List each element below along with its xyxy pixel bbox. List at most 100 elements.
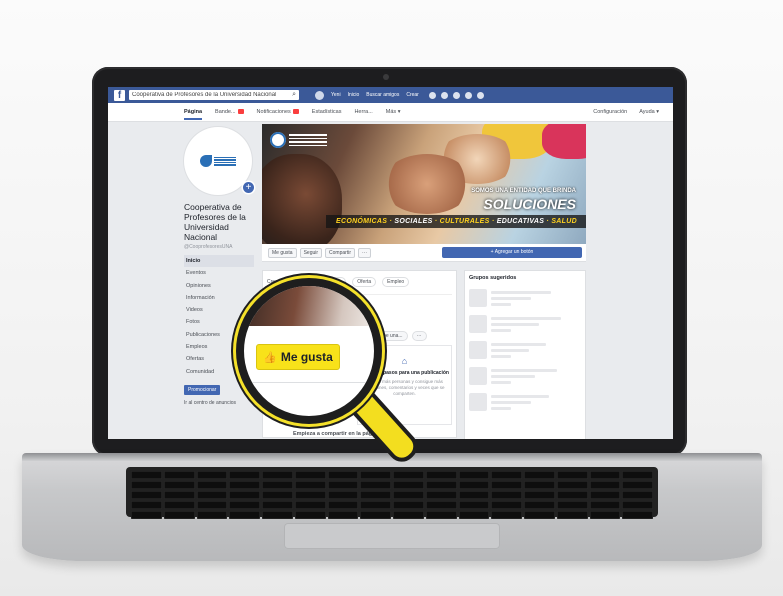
nav-create[interactable]: Crear	[406, 92, 419, 98]
keyboard-key	[622, 511, 653, 519]
tab-publishing-tools[interactable]: Herra...	[354, 109, 372, 115]
keyboard-key	[131, 501, 162, 509]
keyboard-key	[294, 471, 326, 479]
stage: f Cooperativa de Profesores de la Univer…	[0, 0, 783, 596]
messenger-icon[interactable]	[440, 91, 448, 99]
share-button[interactable]: Compartir	[325, 247, 355, 258]
more-chip[interactable]: ···	[411, 331, 427, 341]
keyboard-key	[229, 511, 260, 519]
add-button-button[interactable]: + Agregar un botón	[442, 247, 582, 258]
more-options-button[interactable]: ···	[357, 247, 371, 258]
laptop-screen: f Cooperativa de Profesores de la Univer…	[108, 87, 673, 439]
tabs-right: Configuración Ayuda ▾	[593, 109, 673, 115]
keyboard-key	[393, 481, 424, 489]
keyboard-key	[556, 511, 588, 519]
keyboard-key	[589, 481, 621, 489]
tab-notifications[interactable]: Notificaciones	[257, 109, 299, 115]
keyboard-key	[131, 481, 162, 489]
keyboard-key	[524, 501, 555, 509]
tab-more[interactable]: Más ▾	[386, 109, 401, 115]
thumbs-up-icon: 👍	[263, 351, 277, 364]
cover-photo[interactable]: SOMOS UNA ENTIDAD QUE BRINDA SOLUCIONES …	[262, 124, 586, 244]
nav-home[interactable]: Inicio	[348, 92, 360, 98]
search-icon[interactable]: ⌕	[292, 91, 296, 99]
facebook-top-bar: f Cooperativa de Profesores de la Univer…	[108, 87, 673, 103]
facebook-logo-icon[interactable]: f	[114, 89, 125, 101]
keyboard-key	[491, 481, 522, 489]
keyboard-key	[262, 491, 293, 499]
sidebar-item-events[interactable]: Eventos	[184, 267, 254, 279]
help-icon[interactable]	[464, 91, 472, 99]
ads-center-link[interactable]: Ir al centro de anuncios	[184, 400, 254, 406]
cooperative-logo-icon	[200, 154, 238, 168]
keyboard-key	[262, 511, 293, 519]
keyboard-key	[327, 471, 359, 479]
keyboard-key	[524, 511, 555, 519]
list-item[interactable]	[469, 367, 581, 385]
keyboard-key	[327, 491, 359, 499]
keyboard-key	[196, 481, 228, 489]
account-menu-icon[interactable]	[476, 91, 484, 99]
cover-tagline: SOMOS UNA ENTIDAD QUE BRINDA	[471, 188, 576, 194]
keyboard-key	[458, 481, 490, 489]
tab-help[interactable]: Ayuda ▾	[639, 109, 659, 115]
tab-inbox[interactable]: Bande...	[215, 109, 244, 115]
keyboard-key	[262, 501, 293, 509]
tab-page[interactable]: Página	[184, 109, 203, 120]
composer-tab-job[interactable]: Empleo	[382, 277, 410, 287]
keyboard-key	[294, 511, 326, 519]
keyboard-key	[491, 471, 522, 479]
keyboard	[126, 467, 658, 519]
keyboard-key	[327, 501, 359, 509]
keyboard-key	[262, 471, 293, 479]
suggested-groups-heading: Grupos sugeridos	[469, 275, 517, 281]
notifications-icon[interactable]	[452, 91, 460, 99]
keyboard-key	[327, 511, 359, 519]
keyboard-key	[229, 491, 260, 499]
keyboard-key	[262, 481, 293, 489]
keyboard-key	[425, 481, 457, 489]
keyboard-key	[425, 491, 457, 499]
list-item[interactable]	[469, 393, 581, 411]
friend-requests-icon[interactable]	[428, 91, 436, 99]
list-item[interactable]	[469, 315, 581, 333]
sidebar-item-home[interactable]: Inicio	[184, 255, 254, 268]
magnifying-glass: 👍 Me gusta	[236, 278, 382, 424]
promote-button[interactable]: Promocionar	[184, 384, 221, 395]
keyboard-key	[163, 481, 195, 489]
keyboard-key	[491, 491, 522, 499]
follow-button[interactable]: Seguir	[299, 247, 323, 258]
tab-insights[interactable]: Estadísticas	[312, 109, 342, 115]
avatar[interactable]	[315, 90, 324, 100]
keyboard-key	[622, 481, 653, 489]
keyboard-key	[556, 471, 588, 479]
like-page-button[interactable]: Me gusta	[268, 247, 297, 258]
profile-picture[interactable]: +	[184, 127, 254, 195]
keyboard-key	[622, 471, 653, 479]
webcam-icon	[383, 74, 389, 80]
like-button-magnified[interactable]: 👍 Me gusta	[256, 344, 340, 370]
keyboard-key	[556, 481, 588, 489]
like-label: Me gusta	[280, 350, 333, 364]
keyboard-key	[393, 511, 424, 519]
list-item[interactable]	[469, 289, 581, 307]
keyboard-key	[524, 471, 555, 479]
keyboard-key	[393, 491, 424, 499]
keyboard-key	[556, 501, 588, 509]
nav-profile[interactable]: Yeni	[331, 92, 341, 98]
add-photo-icon[interactable]: +	[243, 182, 254, 193]
keyboard-key	[131, 471, 162, 479]
nav-find-friends[interactable]: Buscar amigos	[366, 92, 399, 98]
notifications-badge	[292, 109, 299, 115]
keyboard-key	[425, 501, 457, 509]
page-handle[interactable]: @CooprofesoresUNA	[184, 244, 254, 250]
keyboard-key	[458, 471, 490, 479]
trackpad	[284, 523, 500, 549]
keyboard-key	[393, 471, 424, 479]
search-input[interactable]: Cooperativa de Profesores de la Universi…	[129, 90, 299, 100]
keyboard-key	[491, 511, 522, 519]
tab-settings[interactable]: Configuración	[593, 109, 627, 115]
keyboard-key	[196, 501, 228, 509]
keyboard-key	[294, 491, 326, 499]
list-item[interactable]	[469, 341, 581, 359]
